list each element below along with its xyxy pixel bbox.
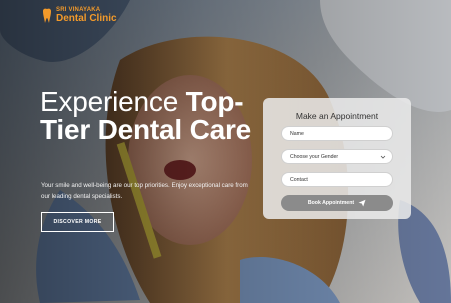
contact-input[interactable]: Contact bbox=[281, 172, 393, 187]
gender-select[interactable]: Choose your Gender bbox=[281, 149, 393, 164]
headline-regular: Experience bbox=[40, 86, 186, 117]
contact-input-placeholder: Contact bbox=[290, 176, 308, 183]
book-appointment-button[interactable]: Book Appointment bbox=[281, 195, 393, 211]
tooth-logo-icon bbox=[43, 8, 51, 23]
appointment-form: Make an Appointment Name Choose your Gen… bbox=[263, 98, 411, 219]
brand-name-line2: Dental Clinic bbox=[56, 13, 117, 24]
appointment-form-title: Make an Appointment bbox=[295, 111, 379, 121]
name-input-placeholder: Name bbox=[290, 130, 304, 137]
hero-subtext: Your smile and well-being are our top pr… bbox=[41, 182, 248, 200]
gender-select-value: Choose your Gender bbox=[290, 153, 339, 160]
book-appointment-label: Book Appointment bbox=[307, 200, 355, 206]
hero-section: SRI VINAYAKA Dental Clinic Experience To… bbox=[0, 0, 451, 303]
discover-more-button[interactable]: DISCOVER MORE bbox=[41, 212, 114, 232]
chevron-down-icon bbox=[380, 155, 386, 159]
name-input[interactable]: Name bbox=[281, 126, 393, 141]
hero-headline: Experience Top-Tier Dental Care bbox=[40, 88, 270, 144]
brand-logo[interactable]: SRI VINAYAKA Dental Clinic bbox=[42, 7, 117, 24]
send-icon bbox=[358, 199, 366, 207]
